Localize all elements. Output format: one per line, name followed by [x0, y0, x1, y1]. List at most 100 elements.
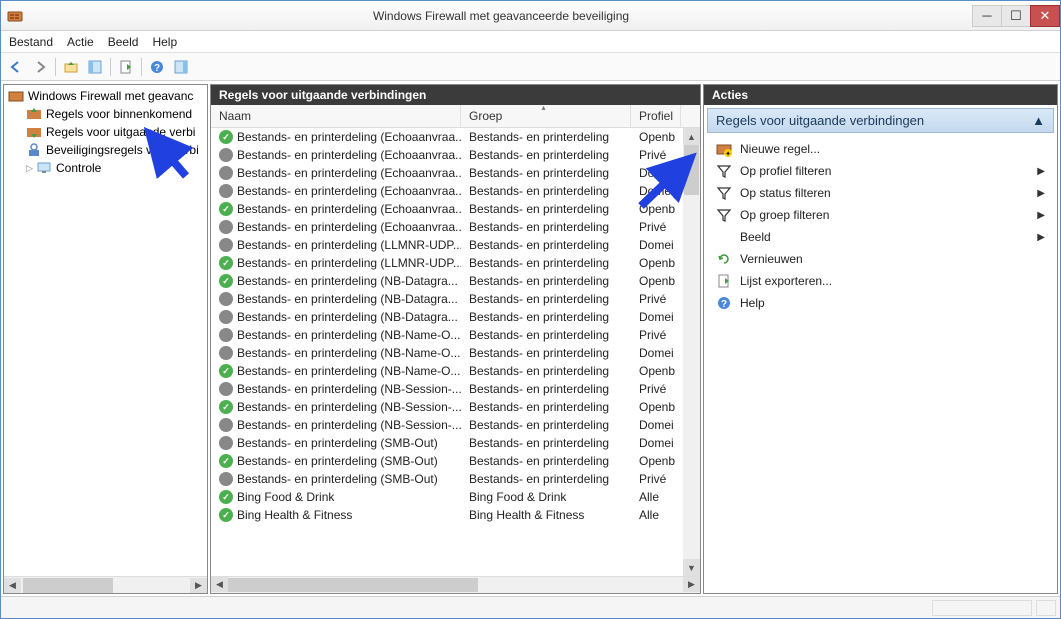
grid-header: Naam Groep Profiel	[211, 105, 700, 128]
enabled-icon	[219, 364, 233, 378]
scroll-left-icon[interactable]: ◀	[4, 578, 21, 593]
collapse-icon[interactable]: ▲	[1032, 113, 1045, 128]
rules-v-scrollbar[interactable]: ▲ ▼	[683, 128, 700, 576]
menubar: Bestand Actie Beeld Help	[1, 31, 1060, 53]
actions-subheader[interactable]: Regels voor uitgaande verbindingen ▲	[707, 108, 1054, 133]
rule-profile: Openb	[631, 255, 681, 271]
table-row[interactable]: Bestands- en printerdeling (NB-Session-.…	[211, 416, 700, 434]
disabled-icon	[219, 346, 233, 360]
rules-pane-title: Regels voor uitgaande verbindingen	[211, 85, 700, 105]
table-row[interactable]: Bestands- en printerdeling (LLMNR-UDP...…	[211, 236, 700, 254]
scroll-right-icon[interactable]: ▶	[190, 578, 207, 593]
status-cell	[932, 600, 1032, 616]
action-op-status-filteren[interactable]: Op status filteren▶	[710, 182, 1051, 204]
toolbar-show-hide-actions-button[interactable]	[170, 56, 192, 78]
action-label: Help	[740, 296, 1045, 310]
minimize-button[interactable]: ─	[972, 5, 1002, 27]
table-row[interactable]: Bestands- en printerdeling (Echoaanvraa.…	[211, 128, 700, 146]
table-row[interactable]: Bestands- en printerdeling (NB-Datagra..…	[211, 272, 700, 290]
expand-icon[interactable]: ▷	[26, 163, 36, 174]
maximize-button[interactable]: ☐	[1001, 5, 1031, 27]
rule-profile: Privé	[631, 381, 681, 397]
menu-action[interactable]: Actie	[67, 35, 94, 49]
rule-profile: Domei	[631, 165, 681, 181]
action-op-groep-filteren[interactable]: Op groep filteren▶	[710, 204, 1051, 226]
table-row[interactable]: Bing Food & DrinkBing Food & DrinkAlle	[211, 488, 700, 506]
table-row[interactable]: Bestands- en printerdeling (LLMNR-UDP...…	[211, 254, 700, 272]
action-vernieuwen[interactable]: Vernieuwen	[710, 248, 1051, 270]
action-lijst-exporteren-[interactable]: Lijst exporteren...	[710, 270, 1051, 292]
table-row[interactable]: Bing Health & FitnessBing Health & Fitne…	[211, 506, 700, 524]
table-row[interactable]: Bestands- en printerdeling (NB-Name-O...…	[211, 326, 700, 344]
table-row[interactable]: Bestands- en printerdeling (Echoaanvraa.…	[211, 146, 700, 164]
table-row[interactable]: Bestands- en printerdeling (NB-Datagra..…	[211, 308, 700, 326]
nav-forward-button[interactable]	[29, 56, 51, 78]
table-row[interactable]: Bestands- en printerdeling (SMB-Out)Best…	[211, 434, 700, 452]
action-label: Op status filteren	[740, 186, 1029, 200]
app-window: Windows Firewall met geavanceerde beveil…	[0, 0, 1061, 619]
tree-root[interactable]: Windows Firewall met geavanc	[4, 87, 207, 105]
rule-name: Bestands- en printerdeling (NB-Name-O...	[237, 346, 460, 360]
svg-text:?: ?	[721, 299, 727, 310]
table-row[interactable]: Bestands- en printerdeling (Echoaanvraa.…	[211, 200, 700, 218]
toolbar-help-button[interactable]: ?	[146, 56, 168, 78]
table-row[interactable]: Bestands- en printerdeling (NB-Session-.…	[211, 398, 700, 416]
rule-name: Bestands- en printerdeling (LLMNR-UDP...	[237, 256, 461, 270]
rule-group: Bestands- en printerdeling	[461, 183, 631, 199]
table-row[interactable]: Bestands- en printerdeling (SMB-Out)Best…	[211, 452, 700, 470]
menu-view[interactable]: Beeld	[108, 35, 139, 49]
tree-outbound-rules[interactable]: Regels voor uitgaande verbi	[4, 123, 207, 141]
rule-profile: Domei	[631, 435, 681, 451]
scroll-up-icon[interactable]: ▲	[683, 128, 700, 145]
scroll-right-icon[interactable]: ▶	[683, 577, 700, 592]
table-row[interactable]: Bestands- en printerdeling (Echoaanvraa.…	[211, 164, 700, 182]
rule-name: Bestands- en printerdeling (NB-Datagra..…	[237, 292, 458, 306]
column-name[interactable]: Naam	[211, 105, 461, 127]
rule-group: Bestands- en printerdeling	[461, 291, 631, 307]
tree-inbound-rules[interactable]: Regels voor binnenkomend	[4, 105, 207, 123]
rule-profile: Domei	[631, 309, 681, 325]
rule-group: Bestands- en printerdeling	[461, 345, 631, 361]
scroll-left-icon[interactable]: ◀	[211, 577, 228, 592]
enabled-icon	[219, 256, 233, 270]
table-row[interactable]: Bestands- en printerdeling (NB-Datagra..…	[211, 290, 700, 308]
column-group[interactable]: Groep	[461, 105, 631, 127]
rule-group: Bestands- en printerdeling	[461, 237, 631, 253]
action-nieuwe-regel-[interactable]: ✦Nieuwe regel...	[710, 138, 1051, 160]
table-row[interactable]: Bestands- en printerdeling (Echoaanvraa.…	[211, 218, 700, 236]
table-row[interactable]: Bestands- en printerdeling (SMB-Out)Best…	[211, 470, 700, 488]
tree-h-scrollbar[interactable]: ◀ ▶	[4, 576, 207, 593]
rule-profile: Openb	[631, 453, 681, 469]
action-beeld[interactable]: Beeld▶	[710, 226, 1051, 248]
rule-profile: Privé	[631, 147, 681, 163]
rule-name: Bestands- en printerdeling (NB-Datagra..…	[237, 274, 458, 288]
tree-monitoring[interactable]: ▷ Controle	[4, 159, 207, 177]
action-op-profiel-filteren[interactable]: Op profiel filteren▶	[710, 160, 1051, 182]
toolbar-show-hide-tree-button[interactable]	[84, 56, 106, 78]
rule-profile: Alle	[631, 507, 681, 523]
disabled-icon	[219, 310, 233, 324]
close-button[interactable]: ✕	[1030, 5, 1060, 27]
rule-name: Bestands- en printerdeling (NB-Name-O...	[237, 328, 460, 342]
tree-connection-security[interactable]: Beveiligingsregels voor verbi	[4, 141, 207, 159]
filter-icon	[716, 207, 732, 223]
rule-profile: Privé	[631, 327, 681, 343]
table-row[interactable]: Bestands- en printerdeling (NB-Session-.…	[211, 380, 700, 398]
menu-file[interactable]: Bestand	[9, 35, 53, 49]
table-row[interactable]: Bestands- en printerdeling (Echoaanvraa.…	[211, 182, 700, 200]
rule-name: Bestands- en printerdeling (Echoaanvraa.…	[237, 130, 461, 144]
toolbar-folder-up-button[interactable]	[60, 56, 82, 78]
rule-name: Bestands- en printerdeling (LLMNR-UDP...	[237, 238, 461, 252]
menu-help[interactable]: Help	[152, 35, 177, 49]
column-profile[interactable]: Profiel	[631, 105, 681, 127]
rule-name: Bestands- en printerdeling (NB-Name-O...	[237, 364, 460, 378]
rule-group: Bestands- en printerdeling	[461, 255, 631, 271]
table-row[interactable]: Bestands- en printerdeling (NB-Name-O...…	[211, 344, 700, 362]
table-row[interactable]: Bestands- en printerdeling (NB-Name-O...…	[211, 362, 700, 380]
action-help[interactable]: ? Help	[710, 292, 1051, 314]
nav-back-button[interactable]	[5, 56, 27, 78]
toolbar-export-button[interactable]	[115, 56, 137, 78]
scroll-down-icon[interactable]: ▼	[683, 559, 700, 576]
rules-h-scrollbar[interactable]: ◀ ▶	[211, 576, 700, 593]
disabled-icon	[219, 238, 233, 252]
